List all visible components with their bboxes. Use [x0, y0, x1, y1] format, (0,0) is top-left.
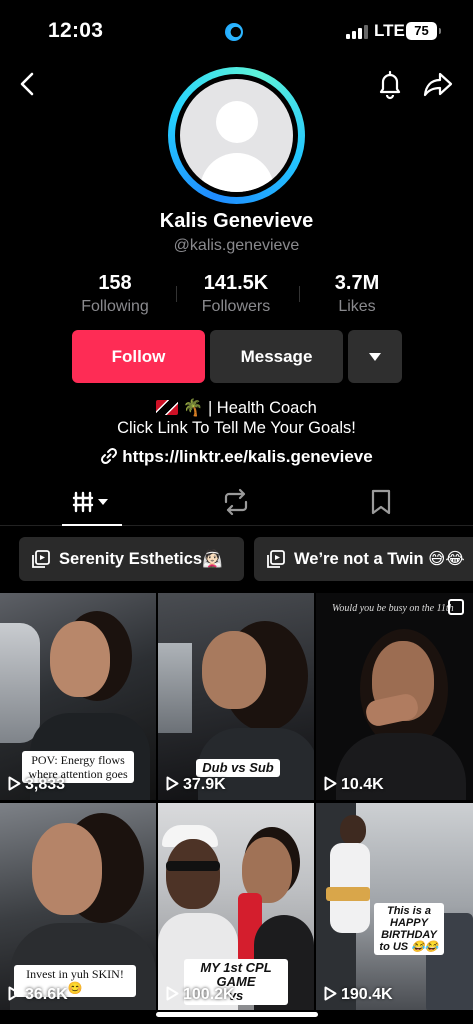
caret-down-icon — [369, 353, 381, 361]
video-thumbnail[interactable]: This is a HAPPY BIRTHDAY to US 😂😂 190.4K — [316, 803, 473, 1010]
playlist-title: Serenity Esthetics👰🏻 — [59, 550, 223, 568]
tab-videos[interactable] — [72, 488, 112, 516]
stat-value: 158 — [98, 272, 132, 294]
playlist-chip[interactable]: We’re not a Twin 😅😂 — [254, 537, 473, 581]
playlist-chip[interactable]: Serenity Esthetics👰🏻 — [19, 537, 244, 581]
view-count: 3,833 — [8, 776, 65, 794]
palm-tree-icon: 🌴 — [182, 399, 204, 417]
view-count: 37.9K — [166, 776, 226, 794]
home-indicator[interactable] — [156, 1012, 318, 1017]
profile-tabs — [0, 480, 473, 526]
video-caption: This is a HAPPY BIRTHDAY to US 😂😂 — [374, 903, 444, 955]
play-icon — [8, 776, 21, 791]
tab-reposts[interactable] — [216, 488, 256, 516]
bell-icon[interactable] — [374, 68, 406, 100]
stat-divider — [299, 286, 300, 302]
playlist-title: We’re not a Twin 😅😂 — [294, 550, 465, 568]
play-icon — [8, 986, 21, 1001]
repost-icon — [224, 488, 248, 516]
message-button[interactable]: Message — [210, 330, 343, 383]
stat-label: Followers — [201, 298, 271, 315]
videos-grid-icon — [72, 491, 108, 513]
video-thumbnail[interactable]: Invest in yuh SKIN! 😊 36.6K — [0, 803, 156, 1010]
status-bar: 12:03 LTE 75 — [0, 0, 473, 60]
profile-name: Kalis Genevieve — [159, 210, 314, 232]
video-thumbnail[interactable]: MY 1st CPL GAME vs 100.2K — [158, 803, 314, 1010]
play-icon — [166, 776, 179, 791]
bookmark-icon — [371, 489, 391, 515]
trinidad-flag-icon — [156, 400, 179, 415]
bio-link[interactable]: https://linktr.ee/kalis.genevieve — [0, 447, 473, 467]
stat-following[interactable]: 158 Following — [60, 272, 170, 316]
more-options-button[interactable] — [348, 330, 402, 383]
follow-button[interactable]: Follow — [72, 330, 205, 383]
video-thumbnail[interactable]: Would you be busy on the 11th 10.4K — [316, 593, 473, 800]
play-icon — [324, 986, 337, 1001]
view-count: 36.6K — [8, 986, 68, 1004]
bio-line-1: 🌴 | Health Coach — [0, 398, 473, 418]
link-icon — [101, 447, 118, 465]
stat-divider — [176, 286, 177, 302]
video-caption: Would you be busy on the 11th — [332, 603, 454, 614]
back-icon[interactable] — [12, 68, 44, 100]
video-thumbnail[interactable]: POV: Energy flows where attention goes 3… — [0, 593, 156, 800]
video-thumbnail[interactable]: Dub vs Sub 37.9K — [158, 593, 314, 800]
video-grid: POV: Energy flows where attention goes 3… — [0, 593, 473, 1024]
bio-link-text: https://linktr.ee/kalis.genevieve — [122, 447, 373, 466]
screen-recording-indicator — [225, 23, 243, 41]
stat-label: Following — [81, 298, 149, 315]
network-label: LTE — [374, 21, 405, 40]
view-count: 100.2K — [166, 986, 235, 1004]
avatar[interactable] — [180, 79, 293, 192]
video-caption: Dub vs Sub — [196, 759, 280, 777]
signal-icon — [346, 25, 368, 39]
stat-value: 3.7M — [334, 272, 380, 294]
stat-value: 141.5K — [203, 272, 269, 294]
stat-label: Likes — [338, 298, 376, 315]
play-icon — [324, 776, 337, 791]
avatar-story-ring[interactable] — [168, 67, 305, 204]
view-count: 10.4K — [324, 776, 384, 794]
profile-handle: @kalis.genevieve — [173, 237, 300, 254]
bio: 🌴 | Health Coach Click Link To Tell Me Y… — [0, 398, 473, 438]
stat-followers[interactable]: 141.5K Followers — [181, 272, 291, 316]
share-icon[interactable] — [422, 68, 454, 100]
stat-likes[interactable]: 3.7M Likes — [302, 272, 412, 316]
play-icon — [166, 986, 179, 1001]
view-count: 190.4K — [324, 986, 393, 1004]
playlist-icon — [32, 550, 50, 568]
status-time: 12:03 — [48, 19, 104, 42]
bio-tagline: | Health Coach — [207, 399, 317, 417]
playlist-icon — [267, 550, 285, 568]
bio-line-2: Click Link To Tell Me Your Goals! — [117, 419, 356, 437]
tab-saved[interactable] — [361, 488, 401, 516]
active-tab-indicator — [62, 524, 122, 526]
battery-icon: 75 — [406, 22, 441, 40]
profile-stats: 158 Following 141.5K Followers 3.7M Like… — [0, 272, 473, 316]
pinned-icon — [448, 599, 464, 615]
